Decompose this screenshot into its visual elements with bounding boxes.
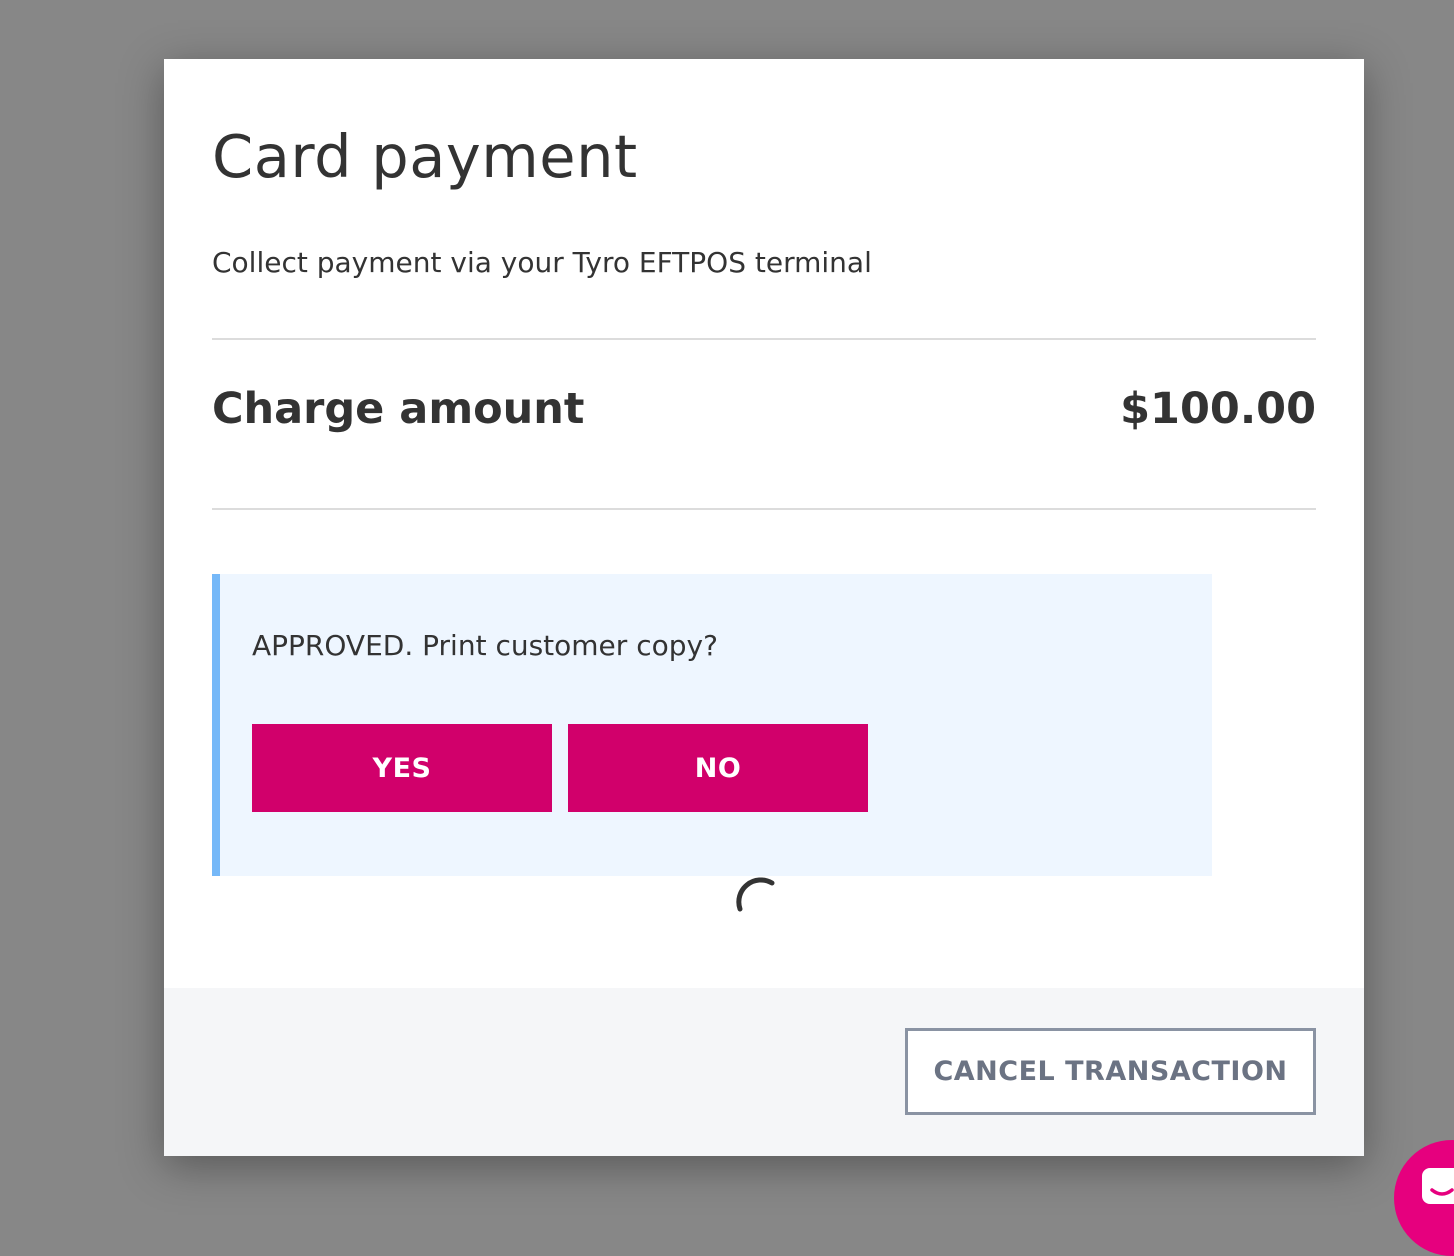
modal-title: Card payment xyxy=(212,122,638,191)
divider-bottom xyxy=(212,508,1316,510)
modal-footer: CANCEL TRANSACTION xyxy=(164,988,1364,1156)
divider-top xyxy=(212,338,1316,340)
modal-subtitle: Collect payment via your Tyro EFTPOS ter… xyxy=(212,246,872,279)
chat-icon xyxy=(1422,1168,1454,1204)
card-payment-modal: Card payment Collect payment via your Ty… xyxy=(164,59,1364,1156)
loading-spinner-icon xyxy=(736,877,775,912)
no-button[interactable]: NO xyxy=(568,724,868,812)
yes-button[interactable]: YES xyxy=(252,724,552,812)
modal-body: Card payment Collect payment via your Ty… xyxy=(164,59,1364,988)
charge-amount-label: Charge amount xyxy=(212,384,585,434)
approval-message: APPROVED. Print customer copy? xyxy=(252,629,718,662)
approval-notice: APPROVED. Print customer copy? YES NO xyxy=(212,574,1212,876)
charge-amount-value: $100.00 xyxy=(1120,384,1316,434)
chat-launcher-button[interactable] xyxy=(1394,1140,1454,1256)
cancel-transaction-button[interactable]: CANCEL TRANSACTION xyxy=(905,1028,1316,1115)
